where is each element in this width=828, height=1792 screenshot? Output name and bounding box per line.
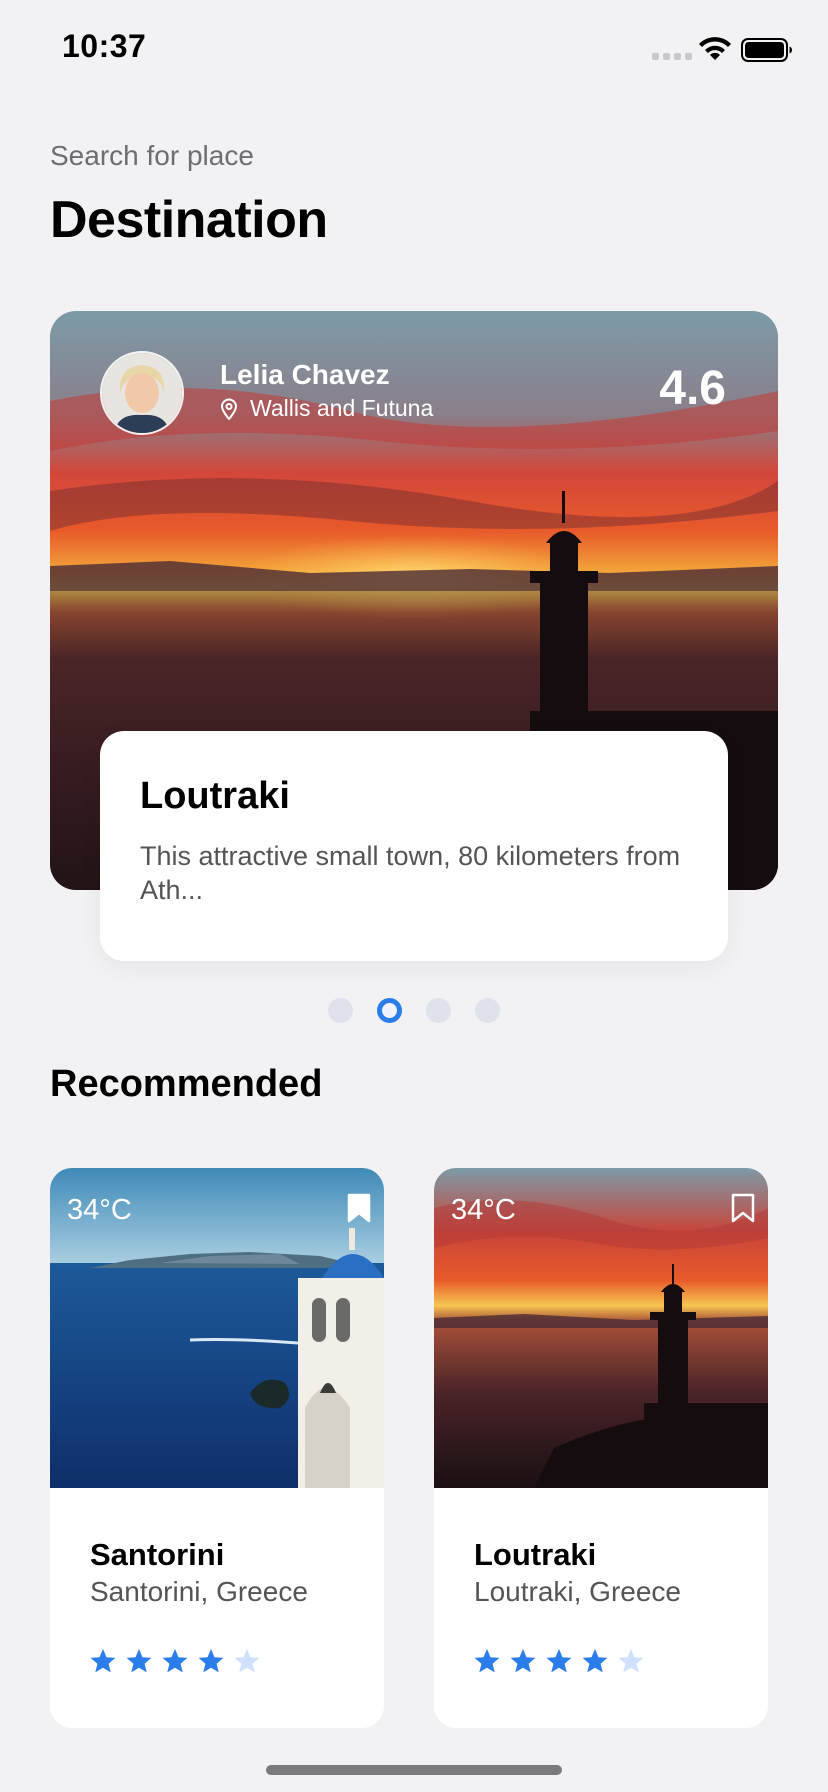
user-name: Lelia Chavez <box>220 359 390 390</box>
recommended-heading: Recommended <box>50 1063 323 1105</box>
battery-icon <box>741 38 792 62</box>
star-icon-filled <box>198 1649 224 1673</box>
carousel-dot[interactable] <box>475 998 500 1023</box>
star-icon-filled <box>162 1649 188 1673</box>
star-icon-empty <box>234 1649 260 1673</box>
star-icon-empty <box>618 1649 644 1673</box>
user-location: Wallis and Futuna <box>220 395 433 422</box>
star-icon-filled <box>546 1649 572 1673</box>
destination-description: This attractive small town, 80 kilometer… <box>140 841 681 905</box>
home-indicator[interactable] <box>266 1765 562 1775</box>
carousel-dot[interactable] <box>426 998 451 1023</box>
user-location-text: Wallis and Futuna <box>250 395 434 421</box>
star-rating <box>474 1648 644 1674</box>
recommended-card-santorini[interactable]: 34°C Santorini Santorini, Greece <box>50 1168 384 1728</box>
star-icon-filled <box>582 1649 608 1673</box>
location-pin-icon <box>220 398 238 420</box>
carousel-dot-active[interactable] <box>377 998 402 1023</box>
recommended-card-loutraki[interactable]: 34°C Loutraki Loutraki, Greece <box>434 1168 768 1728</box>
bookmark-icon[interactable] <box>730 1193 756 1223</box>
wifi-icon <box>699 37 731 60</box>
destination-info-card[interactable]: Loutraki This attractive small town, 80 … <box>100 731 728 961</box>
star-icon-filled <box>90 1649 116 1673</box>
status-time: 10:37 <box>62 28 147 64</box>
search-subtitle: Search for place <box>50 140 254 171</box>
temperature-label: 34°C <box>67 1194 132 1226</box>
card-location: Santorini, Greece <box>90 1576 308 1607</box>
cellular-signal-icon <box>652 53 692 60</box>
temperature-label: 34°C <box>451 1194 516 1226</box>
card-location: Loutraki, Greece <box>474 1576 681 1607</box>
carousel-pagination <box>0 998 828 1023</box>
star-icon-filled <box>474 1649 500 1673</box>
card-title: Loutraki <box>474 1537 597 1572</box>
star-icon-filled <box>126 1649 152 1673</box>
bookmark-icon[interactable] <box>346 1193 372 1223</box>
destination-title: Loutraki <box>140 775 290 817</box>
star-rating <box>90 1648 260 1674</box>
star-icon-filled <box>510 1649 536 1673</box>
status-bar: 10:37 <box>0 0 828 100</box>
carousel-dot[interactable] <box>328 998 353 1023</box>
avatar[interactable] <box>100 351 184 435</box>
card-title: Santorini <box>90 1537 225 1572</box>
destination-rating: 4.6 <box>659 362 726 415</box>
page-title: Destination <box>50 191 328 249</box>
